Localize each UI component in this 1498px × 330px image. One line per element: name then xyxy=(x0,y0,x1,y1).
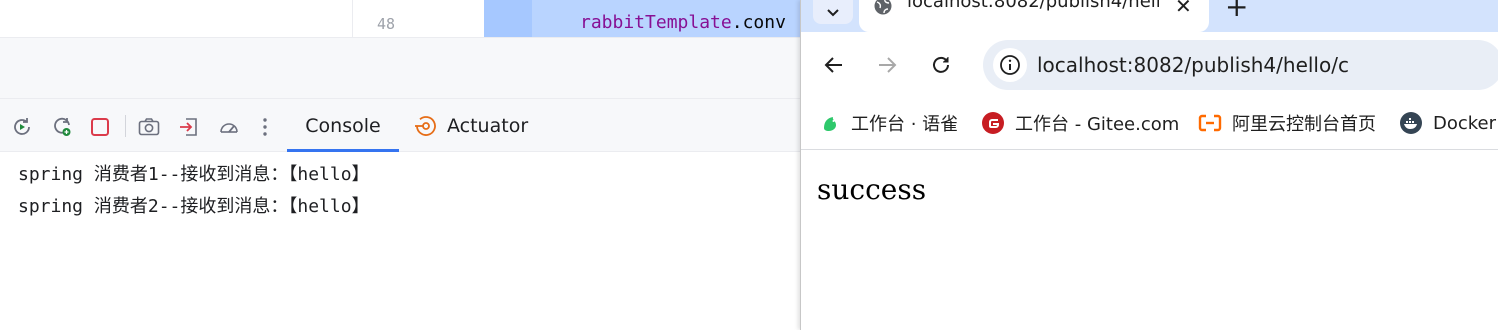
exit-icon[interactable] xyxy=(177,115,201,139)
address-bar[interactable]: localhost:8082/publish4/hello/c xyxy=(983,40,1498,90)
bookmark-yuque[interactable]: 工作台 · 语雀 xyxy=(819,110,958,136)
response-text: success xyxy=(817,173,927,206)
info-icon[interactable] xyxy=(993,48,1027,82)
bookmark-label: 工作台 - Gitee.com xyxy=(1015,114,1180,135)
bookmark-aliyun[interactable]: 阿里云控制台首页 xyxy=(1198,110,1376,136)
chevron-down-icon xyxy=(826,3,840,22)
actuator-icon xyxy=(413,113,439,139)
tab-console-label: Console xyxy=(305,114,381,137)
tab-actuator[interactable]: Actuator xyxy=(413,99,528,152)
dashboard-icon[interactable] xyxy=(217,115,241,139)
stop-icon[interactable] xyxy=(88,115,112,139)
camera-icon[interactable] xyxy=(137,115,161,139)
docker-icon xyxy=(1399,111,1423,135)
ide-window: 48 rabbitTemplate.conv Console Actuator … xyxy=(0,0,800,330)
more-icon[interactable] xyxy=(253,115,277,139)
bookmark-docker[interactable]: Docker xyxy=(1399,110,1496,136)
bookmark-gitee[interactable]: 工作台 - Gitee.com xyxy=(981,110,1179,136)
run-toolbar: Console Actuator xyxy=(0,98,800,152)
code-token-field: rabbitTemplate xyxy=(580,12,732,33)
bookmark-label: Docker xyxy=(1433,112,1497,134)
browser-tab-active[interactable]: localhost:8082/publish4/hello/c ✕ xyxy=(859,0,1209,32)
bookmark-label: 阿里云控制台首页 xyxy=(1232,114,1376,135)
new-tab-button[interactable]: + xyxy=(1225,0,1248,23)
line-number: 48 xyxy=(377,15,396,33)
tool-window-header xyxy=(0,38,800,98)
bookmark-label: 工作台 · 语雀 xyxy=(851,114,959,135)
forward-icon[interactable] xyxy=(874,52,900,78)
tab-console[interactable]: Console xyxy=(287,99,399,152)
toolbar-divider xyxy=(125,115,126,137)
code-token-dot: . xyxy=(731,12,743,33)
url-text[interactable]: localhost:8082/publish4/hello/c xyxy=(1037,53,1349,77)
rerun-icon[interactable] xyxy=(10,115,34,139)
aliyun-icon xyxy=(1198,114,1222,132)
browser-toolbar: localhost:8082/publish4/hello/c xyxy=(801,32,1498,98)
console-output[interactable]: spring 消费者1--接收到消息：【hello】 spring 消费者2--… xyxy=(0,152,800,330)
close-icon[interactable]: ✕ xyxy=(1175,0,1192,18)
back-icon[interactable] xyxy=(821,52,847,78)
page-content: success xyxy=(801,151,1498,330)
code-token-method: conv xyxy=(742,12,786,33)
browser-tabstrip: localhost:8082/publish4/hello/c ✕ + xyxy=(801,0,1498,32)
code-line[interactable]: rabbitTemplate.conv xyxy=(580,12,786,33)
console-line: spring 消费者2--接收到消息：【hello】 xyxy=(18,196,370,217)
gitee-icon xyxy=(981,111,1005,135)
browser-window: localhost:8082/publish4/hello/c ✕ + loca… xyxy=(800,0,1498,330)
tab-actuator-label: Actuator xyxy=(447,114,529,137)
code-editor[interactable]: 48 rabbitTemplate.conv xyxy=(0,0,800,37)
tab-search-button[interactable] xyxy=(813,0,853,24)
yuque-icon xyxy=(819,112,841,134)
globe-icon xyxy=(873,0,893,20)
console-line: spring 消费者1--接收到消息：【hello】 xyxy=(18,164,370,185)
bookmarks-bar: 工作台 · 语雀 工作台 - Gitee.com 阿里云控制台首页 Docker xyxy=(801,98,1498,150)
editor-gutter: 48 xyxy=(352,0,484,37)
rerun-failed-icon[interactable] xyxy=(50,115,74,139)
tab-title: localhost:8082/publish4/hello/c xyxy=(907,0,1159,12)
reload-icon[interactable] xyxy=(928,52,954,78)
selection-highlight xyxy=(484,0,532,37)
